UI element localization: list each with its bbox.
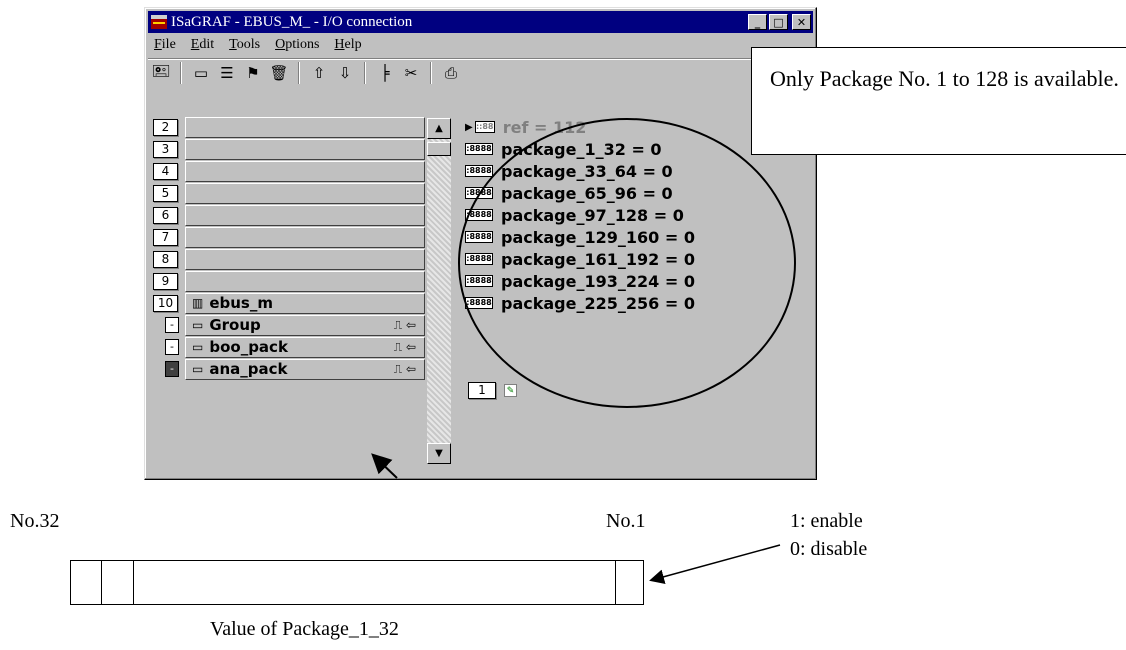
pointer-arrow-ana-pack: [371, 453, 398, 479]
annotation-arrows: [371, 453, 781, 585]
pointer-arrow-bit1: [649, 544, 781, 585]
